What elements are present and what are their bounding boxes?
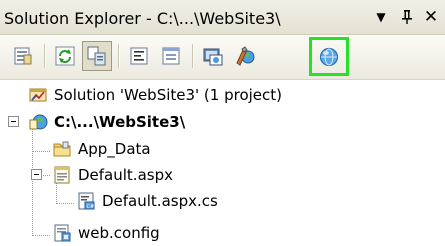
solution-explorer-toolbar (0, 35, 445, 80)
code-file-icon: C# (78, 192, 95, 210)
nest-related-files-icon (87, 46, 106, 66)
chevron-down-icon: ▼ (376, 10, 386, 24)
project-label: C:\...\WebSite3\ (54, 113, 186, 131)
close-button[interactable]: ✕ (421, 7, 441, 27)
tree-connector (32, 235, 50, 236)
close-icon: ✕ (423, 7, 439, 27)
round-globe-icon (319, 47, 339, 66)
nest-related-files-button[interactable] (82, 41, 112, 71)
refresh-icon (55, 46, 75, 66)
web-config-label: web.config (78, 224, 160, 242)
view-code-button[interactable] (124, 41, 154, 71)
tree-node-web-config[interactable]: web.config (52, 222, 160, 244)
properties-icon (14, 47, 32, 65)
tree-connector (32, 151, 50, 152)
config-file-icon (54, 224, 71, 242)
toolbar-separator (118, 44, 120, 68)
highlighted-toolbar-button[interactable] (309, 37, 349, 76)
tree-connector (56, 203, 74, 204)
web-project-icon (29, 114, 48, 130)
solution-tree: Solution 'WebSite3' (1 project) C:\...\W… (0, 80, 445, 246)
default-aspx-label: Default.aspx (78, 166, 173, 184)
pin-icon (402, 10, 412, 24)
toolbar-separator (192, 44, 194, 68)
view-designer-button[interactable] (156, 41, 186, 71)
window-position-dropdown-button[interactable]: ▼ (371, 7, 391, 27)
tree-node-default-aspx-cs[interactable]: C# Default.aspx.cs (76, 190, 218, 212)
solution-explorer-titlebar: Solution Explorer - C:\...\WebSite3\ ▼ ✕ (0, 0, 445, 35)
toolbar-separator (44, 44, 46, 68)
window-title: Solution Explorer - C:\...\WebSite3\ (4, 9, 281, 28)
svg-text:C#: C# (87, 204, 95, 210)
aspnet-configuration-button[interactable] (230, 41, 260, 71)
tree-node-default-aspx[interactable]: Default.aspx (52, 164, 173, 186)
view-code-icon (130, 47, 148, 65)
default-aspx-cs-label: Default.aspx.cs (102, 192, 218, 210)
aspx-page-icon (54, 166, 70, 184)
aspnet-configuration-icon (236, 46, 255, 66)
auto-hide-pin-button[interactable] (397, 7, 417, 27)
collapse-project-expander[interactable] (8, 116, 19, 127)
collapse-default-aspx-expander[interactable] (31, 169, 42, 180)
solution-icon (29, 88, 47, 102)
folder-icon (53, 141, 71, 157)
tree-node-project[interactable]: C:\...\WebSite3\ (28, 111, 185, 133)
copy-website-button[interactable] (198, 41, 228, 71)
view-designer-icon (162, 47, 180, 65)
tree-node-solution[interactable]: Solution 'WebSite3' (1 project) (28, 84, 282, 106)
tree-node-app-data[interactable]: App_Data (52, 138, 151, 160)
refresh-button[interactable] (50, 41, 80, 71)
properties-button[interactable] (8, 41, 38, 71)
solution-label: Solution 'WebSite3' (1 project) (54, 86, 283, 104)
copy-website-icon (203, 48, 223, 66)
app-data-label: App_Data (78, 140, 151, 158)
